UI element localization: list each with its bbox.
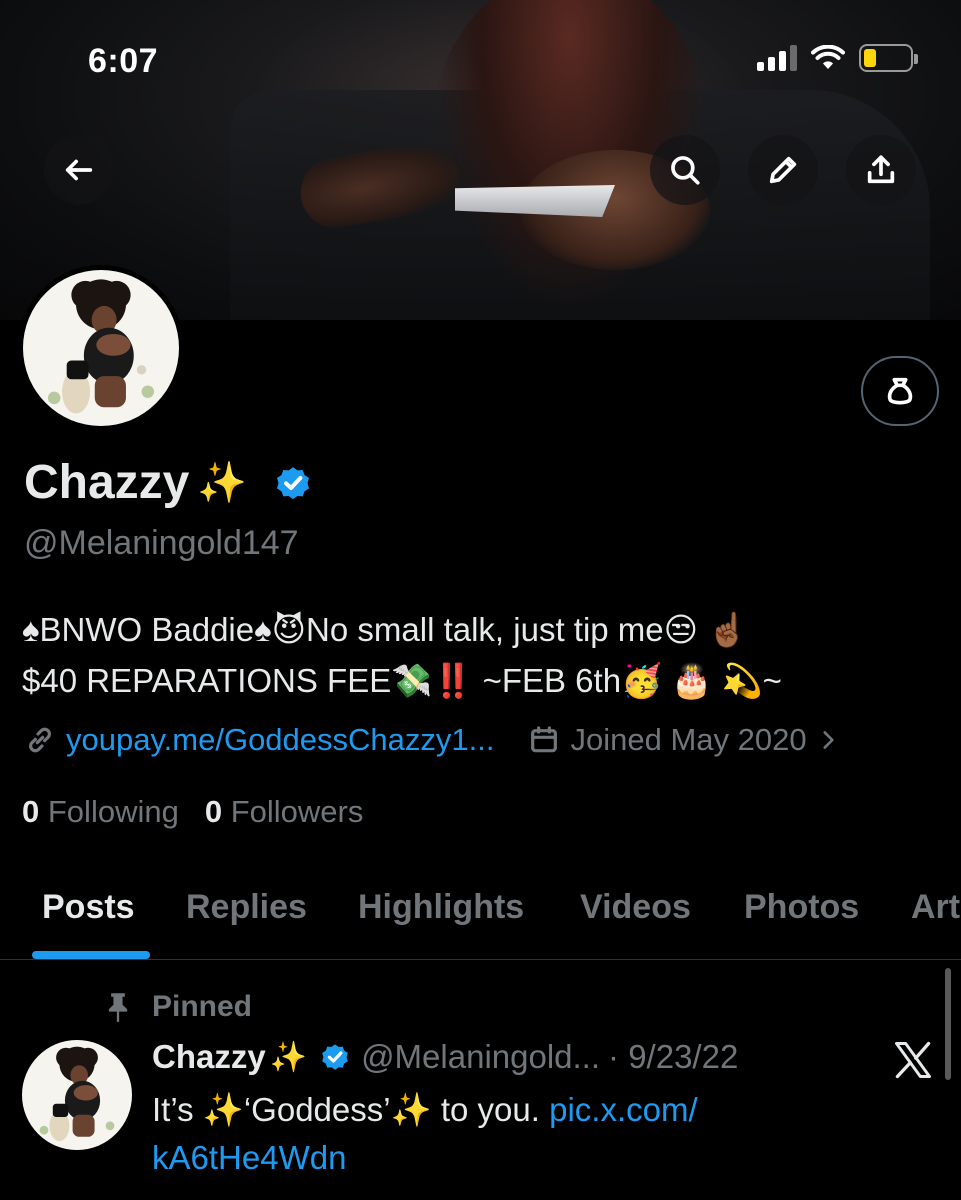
tab-posts[interactable]: Posts <box>42 888 135 927</box>
following-label: Following <box>47 794 179 829</box>
tab-videos[interactable]: Videos <box>580 888 691 927</box>
wifi-icon <box>811 45 845 69</box>
avatar-illustration <box>47 279 155 414</box>
post-body[interactable]: It’s ✨‘Goddess’✨ to you. pic.x.com/kA6tH… <box>152 1086 852 1182</box>
status-time: 6:07 <box>88 42 159 80</box>
calendar-icon <box>531 726 558 753</box>
tab-articles[interactable]: Art <box>911 888 960 927</box>
pin-icon <box>108 993 128 1022</box>
post-media-link-continued[interactable]: kA6tHe4Wdn <box>152 1139 346 1176</box>
profile-tabs: Posts Replies Highlights Videos Photos A… <box>0 860 961 960</box>
tab-photos[interactable]: Photos <box>744 888 859 927</box>
money-bag-icon <box>887 377 913 405</box>
bio-line-2: $40 REPARATIONS FEE💸‼️ ~FEB 6th🥳 🎂 💫~ <box>22 662 782 699</box>
followers-count: 0 <box>204 794 223 829</box>
website-link[interactable]: youpay.me/GoddessChazzy1... <box>66 722 494 758</box>
joined-date: Joined May 2020 <box>570 722 807 757</box>
post-date[interactable]: · 9/23/22 <box>608 1038 738 1076</box>
pencil-icon <box>769 156 797 184</box>
post-sparkles-1: ✨ <box>202 1091 244 1128</box>
active-tab-indicator <box>32 951 150 959</box>
verified-badge-icon[interactable] <box>273 463 313 503</box>
post-sparkles-2: ✨ <box>390 1091 432 1128</box>
tab-replies[interactable]: Replies <box>186 888 307 927</box>
following-link[interactable]: 0 Following <box>22 794 179 830</box>
arrow-left-icon <box>65 159 93 181</box>
x-logo-icon[interactable] <box>891 1038 935 1082</box>
tab-highlights[interactable]: Highlights <box>358 888 524 927</box>
post-text-middle: ‘Goddess’ <box>243 1091 391 1128</box>
profile-handle: @Melaningold147 <box>24 524 299 562</box>
avatar-image <box>23 270 179 426</box>
status-icons <box>757 44 918 72</box>
post-author-sparkles: ✨ <box>269 1040 308 1074</box>
followers-label: Followers <box>230 794 364 829</box>
profile-avatar[interactable] <box>18 265 184 431</box>
post-author-avatar[interactable] <box>22 1040 132 1150</box>
scrollbar[interactable] <box>945 968 951 1080</box>
back-button[interactable] <box>44 135 114 205</box>
pinned-label: Pinned <box>152 990 253 1023</box>
chevron-right-icon[interactable] <box>815 727 841 753</box>
display-name-text: Chazzy <box>24 456 190 509</box>
post-author-name[interactable]: Chazzy <box>152 1038 266 1076</box>
post-media-link[interactable]: pic.x.com/ <box>549 1091 698 1128</box>
cellular-signal-icon <box>757 45 797 71</box>
bio-line-1: ♠BNWO Baddie♠😈No small talk, just tip me… <box>22 611 749 648</box>
avatar-illustration-small <box>39 1046 115 1142</box>
follow-stats: 0 Following 0 Followers <box>22 794 363 830</box>
profile-meta: youpay.me/GoddessChazzy1... Joined May 2… <box>24 722 841 758</box>
post-text-prefix: It’s <box>152 1091 203 1128</box>
pinned-indicator: Pinned <box>104 990 252 1024</box>
battery-icon <box>859 44 918 72</box>
tip-jar-button[interactable] <box>861 356 939 426</box>
post-verified-badge-icon <box>322 1044 348 1070</box>
post-header: Chazzy ✨ @Melaningold... · 9/23/22 <box>152 1038 738 1076</box>
search-icon <box>671 156 700 185</box>
share-icon <box>867 155 895 184</box>
link-icon <box>29 727 51 753</box>
followers-link[interactable]: 0 Followers <box>205 794 364 830</box>
post-author-handle[interactable]: @Melaningold... <box>361 1038 600 1076</box>
share-button[interactable] <box>846 135 916 205</box>
profile-display-name: Chazzy ✨ <box>24 455 313 510</box>
sparkles-emoji: ✨ <box>197 461 248 505</box>
search-button[interactable] <box>650 135 720 205</box>
edit-button[interactable] <box>748 135 818 205</box>
profile-bio: ♠BNWO Baddie♠😈No small talk, just tip me… <box>22 604 942 706</box>
post-text-suffix: to you. <box>440 1091 550 1128</box>
following-count: 0 <box>22 794 40 829</box>
